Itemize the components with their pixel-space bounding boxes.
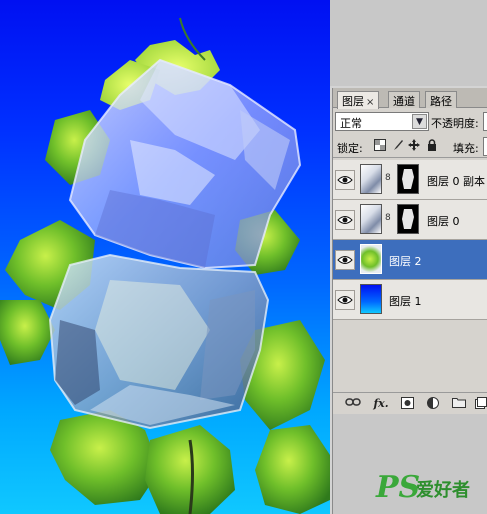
- chain-link-icon[interactable]: 8: [385, 173, 393, 185]
- blend-mode-value: 正常: [340, 117, 362, 130]
- layers-panel: 图层 × 通道 路径 正常 ▼ 不透明度: 锁定: 填充: 8 图层 0 副本 …: [332, 88, 487, 514]
- watermark-ps: PS: [376, 470, 421, 505]
- canvas-artwork: [0, 17, 330, 514]
- blend-row: 正常 ▼ 不透明度:: [333, 110, 487, 134]
- layer-name: 图层 1: [389, 295, 422, 308]
- opacity-input[interactable]: [483, 112, 487, 131]
- lock-label: 锁定:: [337, 142, 363, 155]
- visibility-eye-icon[interactable]: [335, 210, 355, 230]
- layer-thumbnail: [360, 284, 382, 314]
- tab-close-icon[interactable]: ×: [366, 97, 374, 108]
- tab-paths-label: 路径: [430, 95, 452, 108]
- fill-label: 填充:: [453, 142, 479, 155]
- chevron-down-icon[interactable]: ▼: [412, 114, 427, 129]
- tab-layers[interactable]: 图层 ×: [337, 91, 380, 109]
- opacity-label: 不透明度:: [431, 117, 479, 130]
- add-mask-icon[interactable]: [399, 397, 415, 411]
- visibility-eye-icon[interactable]: [335, 170, 355, 190]
- new-layer-icon[interactable]: [473, 397, 487, 411]
- tab-channels-label: 通道: [393, 95, 415, 108]
- tab-layers-label: 图层: [342, 95, 364, 108]
- new-group-icon[interactable]: [451, 397, 467, 411]
- layer-row-layer0[interactable]: 8 图层 0: [333, 200, 487, 240]
- layer-name: 图层 2: [389, 255, 422, 268]
- tab-paths[interactable]: 路径: [425, 91, 457, 108]
- watermark-text: 爱好者: [416, 480, 470, 501]
- blend-mode-select[interactable]: 正常 ▼: [335, 112, 429, 131]
- lock-transparency-icon[interactable]: [373, 139, 386, 152]
- workspace-background: [330, 0, 487, 86]
- lock-all-icon[interactable]: [425, 139, 438, 152]
- link-icon[interactable]: [345, 397, 361, 411]
- layer-thumbnail: [360, 164, 382, 194]
- document-canvas[interactable]: [0, 0, 330, 514]
- ice-cube-bottom: [48, 253, 270, 430]
- layer-thumbnail: [360, 204, 382, 234]
- lock-row: 锁定: 填充:: [333, 136, 487, 158]
- lock-pixels-icon[interactable]: [391, 139, 404, 152]
- layer-name: 图层 0 副本: [427, 175, 485, 188]
- layer-mask-thumbnail: [397, 164, 419, 194]
- layer-row-layer2[interactable]: 图层 2: [333, 240, 487, 280]
- layer-row-layer0-copy[interactable]: 8 图层 0 副本: [333, 160, 487, 200]
- watermark-logo: PS 爱好者: [376, 470, 487, 510]
- visibility-eye-icon[interactable]: [335, 290, 355, 310]
- fx-icon[interactable]: fx.: [371, 397, 391, 411]
- visibility-eye-icon[interactable]: [335, 250, 355, 270]
- tab-channels[interactable]: 通道: [388, 91, 420, 108]
- lock-position-icon[interactable]: [407, 139, 420, 152]
- panel-tabs: 图层 × 通道 路径: [333, 88, 487, 109]
- chain-link-icon[interactable]: 8: [385, 213, 393, 225]
- fill-input[interactable]: [483, 137, 487, 156]
- layer-name: 图层 0: [427, 215, 460, 228]
- layer-list: 8 图层 0 副本 8 图层 0 图层 2 图层 1: [333, 160, 487, 320]
- adjustment-icon[interactable]: [425, 397, 441, 411]
- layer-mask-thumbnail: [397, 204, 419, 234]
- panel-bottom-toolbar: fx.: [333, 392, 487, 414]
- layer-thumbnail: [360, 244, 382, 274]
- layer-row-layer1[interactable]: 图层 1: [333, 280, 487, 320]
